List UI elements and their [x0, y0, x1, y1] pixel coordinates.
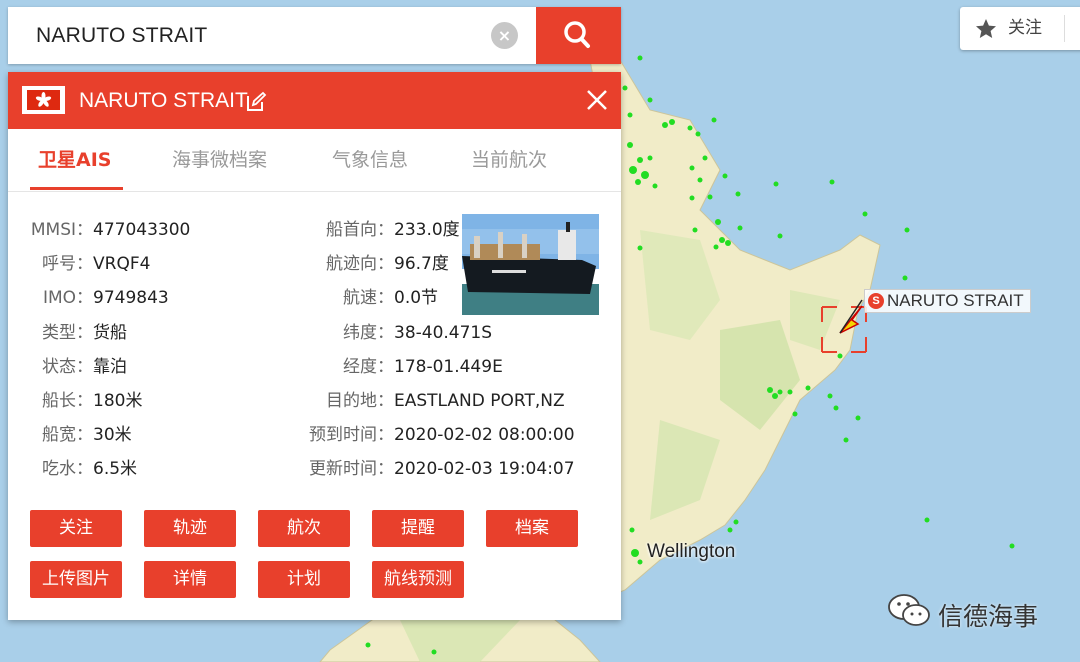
field-type: 类型： 货船 — [42, 323, 127, 343]
follow-label: 关注 — [1008, 18, 1042, 38]
field-callsign: 呼号： VRQF4 — [42, 254, 151, 274]
field-heading: 船首向： 233.0度 — [326, 220, 460, 240]
field-status: 状态： 靠泊 — [42, 357, 127, 377]
plan-button[interactable]: 计划 — [258, 561, 350, 598]
city-label-wellington: Wellington — [647, 541, 736, 562]
divider — [1064, 15, 1065, 42]
ship-map-label[interactable]: S NARUTO STRAIT — [864, 289, 1031, 313]
tab-current-voyage[interactable]: 当前航次 — [471, 129, 547, 192]
panel-tabs: 卫星AIS 海事微档案 气象信息 当前航次 — [8, 129, 621, 192]
upload-photo-button[interactable]: 上传图片 — [30, 561, 122, 598]
search-bar: NARUTO STRAIT × — [8, 7, 621, 64]
field-beam: 船宽： 30米 — [42, 425, 132, 445]
ship-info-panel: NARUTO STRAIT 卫星AIS 海事微档案 气象信息 当前航次 MMSI… — [8, 72, 621, 620]
ship-map-label-text: NARUTO STRAIT — [887, 291, 1024, 310]
voyage-button[interactable]: 航次 — [258, 510, 350, 547]
field-mmsi: MMSI： 477043300 — [30, 220, 191, 240]
field-destination: 目的地： EASTLAND PORT,NZ — [326, 391, 565, 411]
tab-satellite-ais[interactable]: 卫星AIS — [38, 129, 111, 192]
field-longitude: 经度： 178-01.449E — [343, 357, 503, 377]
follow-ship-button[interactable]: 关注 — [30, 510, 122, 547]
tab-weather[interactable]: 气象信息 — [332, 129, 408, 192]
ship-status-badge: S — [868, 293, 884, 309]
watermark-text: 信德海事 — [938, 602, 1039, 631]
field-draught: 吃水： 6.5米 — [42, 459, 138, 479]
reminder-button[interactable]: 提醒 — [372, 510, 464, 547]
wechat-icon — [888, 594, 930, 626]
search-button[interactable] — [536, 7, 621, 64]
ship-photo[interactable] — [462, 214, 599, 315]
track-button[interactable]: 轨迹 — [144, 510, 236, 547]
field-updated: 更新时间： 2020-02-03 19:04:07 — [309, 459, 575, 479]
hk-flag-icon — [22, 86, 65, 114]
field-latitude: 纬度： 38-40.471S — [343, 323, 493, 343]
details-button[interactable]: 详情 — [144, 561, 236, 598]
archive-button[interactable]: 档案 — [486, 510, 578, 547]
follow-button[interactable]: 关注 — [960, 7, 1080, 50]
close-icon[interactable] — [585, 88, 609, 112]
ship-name-title: NARUTO STRAIT — [79, 89, 248, 112]
panel-header: NARUTO STRAIT — [8, 72, 621, 129]
route-forecast-button[interactable]: 航线预测 — [372, 561, 464, 598]
active-tab-indicator — [30, 187, 123, 190]
search-icon — [564, 21, 590, 48]
field-speed: 航速： 0.0节 — [343, 288, 439, 308]
clear-icon[interactable]: × — [491, 22, 518, 49]
star-icon — [976, 19, 996, 38]
field-imo: IMO： 9749843 — [42, 288, 169, 308]
tab-maritime-archive[interactable]: 海事微档案 — [172, 129, 267, 192]
field-course: 航迹向： 96.7度 — [326, 254, 449, 274]
edit-icon[interactable] — [245, 91, 267, 113]
search-input[interactable]: NARUTO STRAIT — [36, 7, 207, 64]
field-eta: 预到时间： 2020-02-02 08:00:00 — [309, 425, 575, 445]
field-length: 船长： 180米 — [42, 391, 143, 411]
